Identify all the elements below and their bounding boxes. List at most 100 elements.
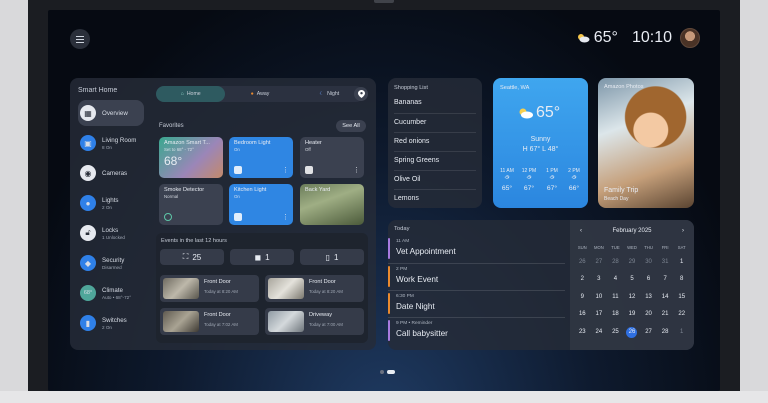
calendar-day[interactable]: 25 xyxy=(607,327,624,338)
hour-time: 2 PM xyxy=(568,168,580,174)
calendar-day[interactable]: 27 xyxy=(591,257,608,268)
shopping-list-panel[interactable]: Shopping List Bananas Cucumber Red onion… xyxy=(388,78,482,208)
event-time: Today at 8:20 AM xyxy=(204,289,238,294)
calendar-day[interactable]: 20 xyxy=(640,309,657,320)
sidebar-item-living-room[interactable]: ▣ Living Room 8 On xyxy=(78,130,144,156)
event-time: Today at 8:20 AM xyxy=(309,289,343,294)
page-dot-active[interactable] xyxy=(387,370,395,374)
calendar-day[interactable]: 26 xyxy=(574,257,591,268)
sidebar-item-switches[interactable]: ▮ Switches 2 On xyxy=(78,310,144,336)
favorite-tile-back-yard-camera[interactable]: Back Yard xyxy=(300,184,364,225)
avatar[interactable] xyxy=(680,28,700,48)
calendar-day[interactable]: 10 xyxy=(591,292,608,303)
event-item[interactable]: Front Door Today at 7:02 AM xyxy=(160,308,259,335)
favorite-tile-bedroom-light[interactable]: Bedroom Light On ⋮ xyxy=(229,137,293,178)
calendar-day[interactable]: 19 xyxy=(624,309,641,320)
calendar-day-today[interactable]: 26 xyxy=(626,326,638,338)
favorite-tile-smoke-detector[interactable]: Smoke Detector Normal xyxy=(159,184,223,225)
list-item[interactable]: Spring Greens xyxy=(394,151,476,170)
agenda-time: 11 AM xyxy=(396,239,410,244)
agenda-item[interactable]: 9 PM • Reminder Call babysitter xyxy=(388,317,565,341)
calendar-day[interactable]: 2 xyxy=(574,274,591,285)
agenda-item[interactable]: 11 AM Vet Appointment xyxy=(388,236,565,260)
event-thumbnail xyxy=(163,278,199,299)
calendar-day[interactable]: 1 xyxy=(673,257,690,268)
event-item[interactable]: Driveway Today at 7:00 AM xyxy=(265,308,364,335)
chevron-right-icon[interactable]: › xyxy=(682,228,684,234)
status-bar: 65° 10:10 xyxy=(576,28,700,48)
calendar-day[interactable]: 1 xyxy=(673,327,690,338)
location-button[interactable] xyxy=(354,87,368,101)
calendar-day[interactable]: 24 xyxy=(591,327,608,338)
list-item[interactable]: Red onions xyxy=(394,132,476,151)
agenda-time: 9 PM • Reminder xyxy=(396,321,433,326)
calendar-day[interactable]: 16 xyxy=(574,309,591,320)
calendar-day[interactable]: 23 xyxy=(574,327,591,338)
calendar-day[interactable]: 29 xyxy=(624,257,641,268)
weather-widget[interactable]: Seattle, WA 65° Sunny H 67° L 48° 11 AM … xyxy=(493,78,588,208)
calendar-day[interactable]: 31 xyxy=(657,257,674,268)
calendar-day[interactable]: 28 xyxy=(657,327,674,338)
status-weather[interactable]: 65° xyxy=(576,29,618,47)
list-item[interactable]: Olive Oil xyxy=(394,170,476,189)
sidebar-item-locks[interactable]: 🔓︎ Locks 1 Unlocked xyxy=(78,220,144,246)
calendar-day[interactable]: 8 xyxy=(673,274,690,285)
calendar-day[interactable]: 12 xyxy=(624,292,641,303)
event-item[interactable]: Front Door Today at 8:20 AM xyxy=(160,275,259,302)
more-icon[interactable]: ⋮ xyxy=(282,166,289,174)
sidebar-item-sub: Auto • 68°-72° xyxy=(102,294,132,300)
status-time: 10:10 xyxy=(631,29,672,46)
favorite-tile-thermostat[interactable]: Amazon Smart T... Set to 68° - 72° 68° xyxy=(159,137,223,178)
calendar-day[interactable]: 3 xyxy=(591,274,608,285)
motion-count[interactable]: ⛶ 25 xyxy=(160,249,224,265)
page-dot[interactable] xyxy=(380,370,384,374)
bulb-icon: ● xyxy=(80,195,96,211)
agenda-title: Vet Appointment xyxy=(396,247,456,256)
calendar-day[interactable]: 30 xyxy=(640,257,657,268)
package-count[interactable]: ◼ 1 xyxy=(230,249,294,265)
event-thumbnail xyxy=(163,311,199,332)
doorbell-count[interactable]: ▯ 1 xyxy=(300,249,364,265)
calendar-day[interactable]: 15 xyxy=(673,292,690,303)
calendar-day[interactable]: 21 xyxy=(657,309,674,320)
mode-away[interactable]: ● Away xyxy=(225,86,294,102)
bulb-icon xyxy=(234,166,242,174)
agenda-item[interactable]: 6:30 PM Date Night xyxy=(388,290,565,314)
list-item[interactable]: Lemons xyxy=(394,189,476,208)
favorite-tile-kitchen-light[interactable]: Kitchen Light On ⋮ xyxy=(229,184,293,225)
favorite-tile-heater[interactable]: Heater Off ⋮ xyxy=(300,137,364,178)
sidebar-item-cameras[interactable]: ◉ Cameras xyxy=(78,160,144,186)
chevron-left-icon[interactable]: ‹ xyxy=(580,228,582,234)
calendar-day[interactable]: 14 xyxy=(657,292,674,303)
sidebar-item-security[interactable]: ◆ Security Disarmed xyxy=(78,250,144,276)
calendar-day[interactable]: 18 xyxy=(607,309,624,320)
agenda-item[interactable]: 2 PM Work Event xyxy=(388,263,565,287)
calendar-day[interactable]: 5 xyxy=(624,274,641,285)
see-all-button[interactable]: See All xyxy=(336,120,366,132)
calendar-grid: SUN MON TUE WED THU FRI SAT 26 27 28 29 30 31 1 2 3 4 5 6 7… xyxy=(574,245,690,338)
calendar-day[interactable]: 28 xyxy=(607,257,624,268)
mode-home[interactable]: ⌂ Home xyxy=(156,86,226,102)
calendar-day[interactable]: 6 xyxy=(640,274,657,285)
calendar-day[interactable]: 7 xyxy=(657,274,674,285)
more-icon[interactable]: ⋮ xyxy=(282,213,289,221)
sidebar-item-overview[interactable]: ▦ Overview xyxy=(78,100,144,126)
calendar-day[interactable]: 13 xyxy=(640,292,657,303)
calendar-day[interactable]: 27 xyxy=(640,327,657,338)
count-value: 1 xyxy=(333,252,339,262)
event-item[interactable]: Front Door Today at 8:20 AM xyxy=(265,275,364,302)
list-item[interactable]: Cucumber xyxy=(394,113,476,132)
calendar-day[interactable]: 9 xyxy=(574,292,591,303)
calendar-day[interactable]: 4 xyxy=(607,274,624,285)
sidebar-item-climate[interactable]: 68° Climate Auto • 68°-72° xyxy=(78,280,144,306)
calendar-day[interactable]: 22 xyxy=(673,309,690,320)
overview-icon: ▦ xyxy=(80,105,96,121)
sidebar-item-lights[interactable]: ● Lights 2 On xyxy=(78,190,144,216)
photos-widget[interactable]: Amazon Photos Family Trip Beach Day xyxy=(598,78,694,208)
event-title: Front Door xyxy=(204,312,231,318)
calendar-day[interactable]: 17 xyxy=(591,309,608,320)
more-icon[interactable]: ⋮ xyxy=(353,166,360,174)
list-item[interactable]: Bananas xyxy=(394,94,476,113)
menu-button[interactable] xyxy=(70,29,90,49)
calendar-day[interactable]: 11 xyxy=(607,292,624,303)
